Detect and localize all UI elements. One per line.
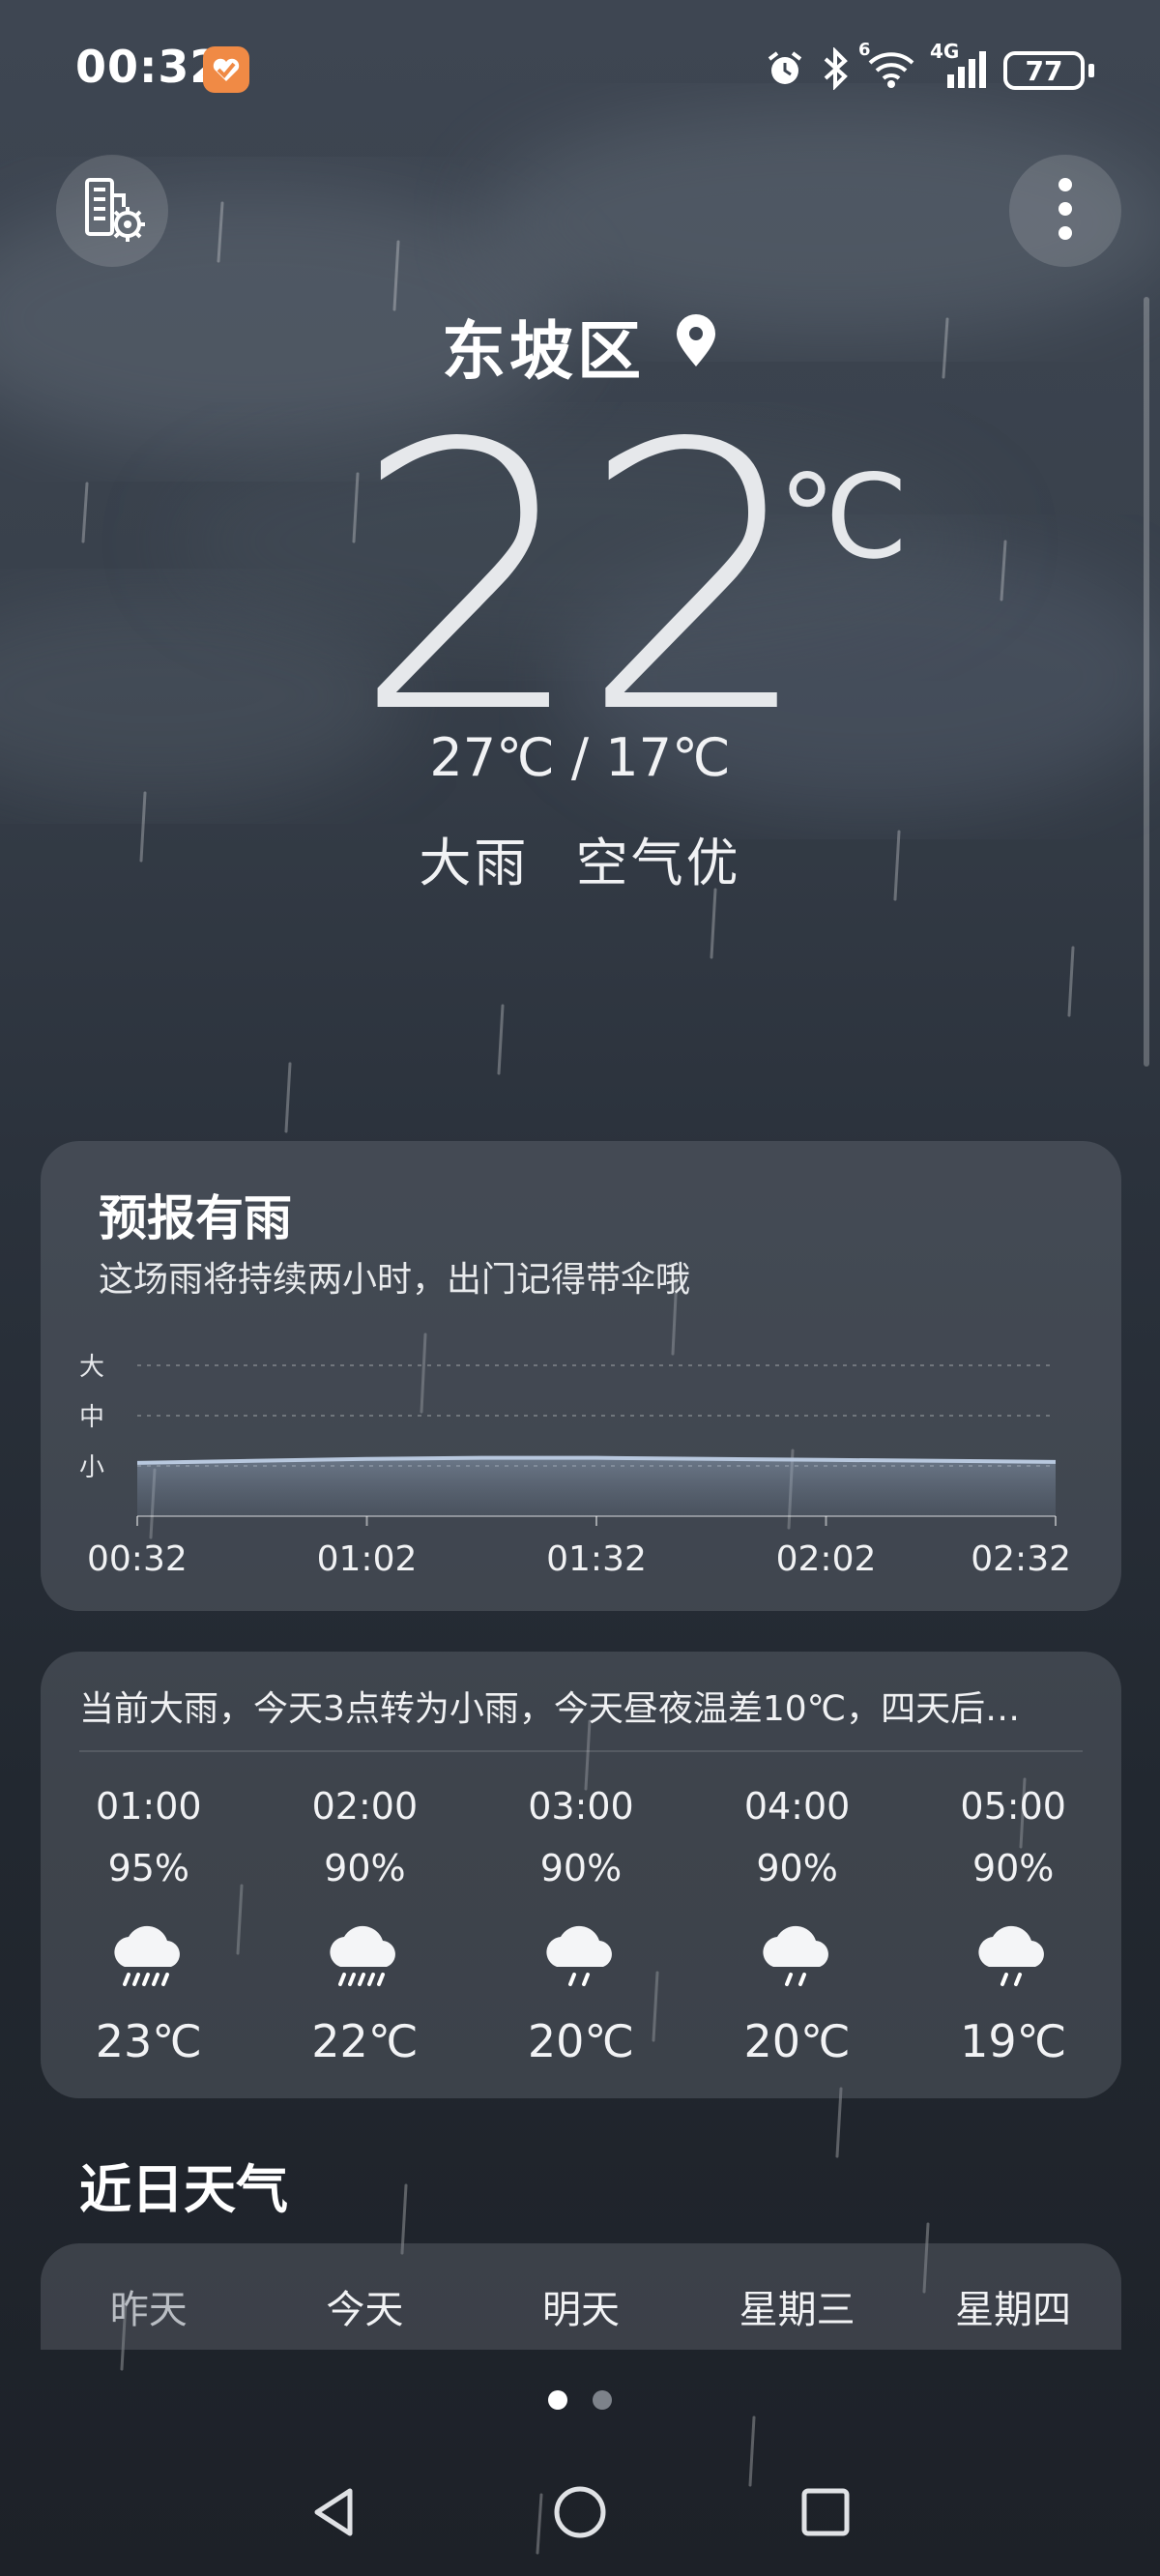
x-tick-label: 00:32: [87, 1539, 188, 1579]
recents-button[interactable]: [787, 2475, 864, 2553]
hourly-list: 01:00 95% 23℃ 02:00 90% 22℃ 03:00 90% 20℃ 04:00 90…: [41, 1777, 1121, 2067]
day-name: 星期四: [955, 2288, 1072, 2332]
recents-square-icon: [797, 2483, 855, 2545]
temperature-range: 27℃ / 17℃: [429, 727, 731, 788]
hour-precipitation: 90%: [756, 1847, 838, 1889]
system-navigation-bar: [0, 2456, 1160, 2576]
battery-icon: 77: [1003, 51, 1094, 90]
hourly-forecast-card[interactable]: 当前大雨，今天3点转为小雨，今天昼夜温差10℃，四天后… 01:00 95% 23℃…: [41, 1652, 1121, 2098]
daily-section-title: 近日天气: [79, 2159, 288, 2220]
hour-temperature: 23℃: [95, 2015, 202, 2067]
hourly-summary: 当前大雨，今天3点转为小雨，今天昼夜温差10℃，四天后…: [79, 1689, 1021, 1729]
current-temperature: 22 ℃: [0, 396, 1160, 764]
notification-app-icon: [203, 46, 249, 93]
back-button[interactable]: [296, 2475, 373, 2553]
hourly-item: 03:00 90% 20℃: [473, 1777, 689, 2067]
temperature-unit: ℃: [778, 451, 909, 585]
daily-item[interactable]: 今天 5月5日: [257, 2278, 474, 2350]
rain-forecast-subtitle: 这场雨将持续两小时，出门记得带伞哦: [99, 1260, 691, 1300]
hour-time: 04:00: [743, 1785, 851, 1828]
home-circle-icon: [551, 2483, 609, 2545]
hour-precipitation: 90%: [972, 1847, 1055, 1889]
heavy-rain-icon: [321, 1911, 408, 1998]
rain-forecast-title: 预报有雨: [99, 1190, 292, 1246]
daily-forecast-card[interactable]: 昨天 5月4日 今天 5月5日 明天 5月6日 星期三 5月7日 星期四 5月8日: [41, 2243, 1121, 2350]
light-rain-icon: [537, 1911, 624, 1998]
hour-temperature: 22℃: [311, 2015, 419, 2067]
page-dot-active: [548, 2390, 567, 2410]
hourly-item: 04:00 90% 20℃: [689, 1777, 906, 2067]
level-label: 中: [79, 1403, 104, 1432]
heavy-rain-icon: [105, 1911, 192, 1998]
day-name: 明天: [541, 2288, 620, 2332]
back-triangle-icon: [305, 2483, 363, 2545]
daily-item[interactable]: 星期三 5月7日: [689, 2278, 906, 2350]
more-options-button[interactable]: [1009, 155, 1121, 267]
hour-time: 05:00: [960, 1785, 1066, 1828]
rain-intensity-chart: 大中小 00:32 01:02 01:32 02:02 02:32: [79, 1353, 1071, 1579]
light-rain-icon: [970, 1911, 1057, 1998]
day-date: 5月5日: [257, 2348, 474, 2350]
day-date: 5月4日: [41, 2348, 257, 2350]
summary-divider: [79, 1750, 1083, 1752]
home-button[interactable]: [541, 2475, 619, 2553]
hour-time: 01:00: [96, 1785, 202, 1828]
daily-item[interactable]: 星期四 5月8日: [905, 2278, 1121, 2350]
day-name: 昨天: [109, 2288, 188, 2332]
x-tick-label: 02:32: [971, 1539, 1071, 1579]
daily-item[interactable]: 明天 5月6日: [473, 2278, 689, 2350]
hourly-item: 01:00 95% 23℃: [41, 1777, 257, 2067]
condition-text: 大雨: [419, 833, 530, 893]
air-quality[interactable]: 空气优: [576, 833, 741, 893]
city-management-button[interactable]: [56, 155, 168, 267]
hour-temperature: 20℃: [527, 2015, 635, 2067]
building-settings-icon: [75, 172, 149, 249]
hour-precipitation: 95%: [107, 1847, 190, 1889]
day-name: 今天: [326, 2288, 404, 2332]
rain-intensity-area: [137, 1457, 1056, 1516]
hour-time: 03:00: [528, 1785, 634, 1828]
day-name: 星期三: [739, 2288, 856, 2332]
wifi-badge: 6: [858, 40, 871, 60]
hour-time: 02:00: [311, 1785, 419, 1828]
weather-condition: 大雨 空气优: [0, 820, 1160, 896]
bluetooth-icon: [822, 46, 851, 94]
hourly-item: 02:00 90% 22℃: [257, 1777, 474, 2067]
daily-item[interactable]: 昨天 5月4日: [41, 2278, 257, 2350]
hourly-item: 05:00 90% 19℃: [905, 1777, 1121, 2067]
day-date: 5月6日: [473, 2348, 689, 2350]
hour-temperature: 20℃: [743, 2015, 851, 2067]
level-label: 小: [79, 1453, 104, 1482]
daily-list: 昨天 5月4日 今天 5月5日 明天 5月6日 星期三 5月7日 星期四 5月8日: [41, 2278, 1121, 2350]
page-dot: [593, 2390, 612, 2410]
day-date: 5月8日: [905, 2348, 1121, 2350]
x-tick-label: 02:02: [776, 1539, 877, 1579]
day-date: 5月7日: [689, 2348, 906, 2350]
light-rain-icon: [754, 1911, 841, 1998]
rain-forecast-card[interactable]: 预报有雨 这场雨将持续两小时，出门记得带伞哦 大中小 00:32 01:02 01:3…: [41, 1141, 1121, 1611]
alarm-icon: [764, 47, 806, 94]
x-tick-label: 01:32: [546, 1539, 647, 1579]
hour-precipitation: 90%: [324, 1847, 406, 1889]
cellular-signal-icon: 4G: [930, 40, 988, 94]
level-label: 大: [79, 1353, 104, 1382]
hour-precipitation: 90%: [539, 1847, 623, 1889]
network-type: 4G: [930, 40, 960, 63]
status-time: 00:32: [75, 41, 222, 93]
hour-temperature: 19℃: [960, 2015, 1067, 2067]
status-bar: 00:32 6 4G 77: [0, 0, 1160, 145]
wifi-icon: 6: [858, 40, 918, 94]
more-vertical-icon: [1056, 175, 1075, 247]
page-indicator: [0, 2390, 1160, 2410]
x-tick-label: 01:02: [317, 1539, 418, 1579]
battery-level: 77: [1025, 54, 1063, 87]
